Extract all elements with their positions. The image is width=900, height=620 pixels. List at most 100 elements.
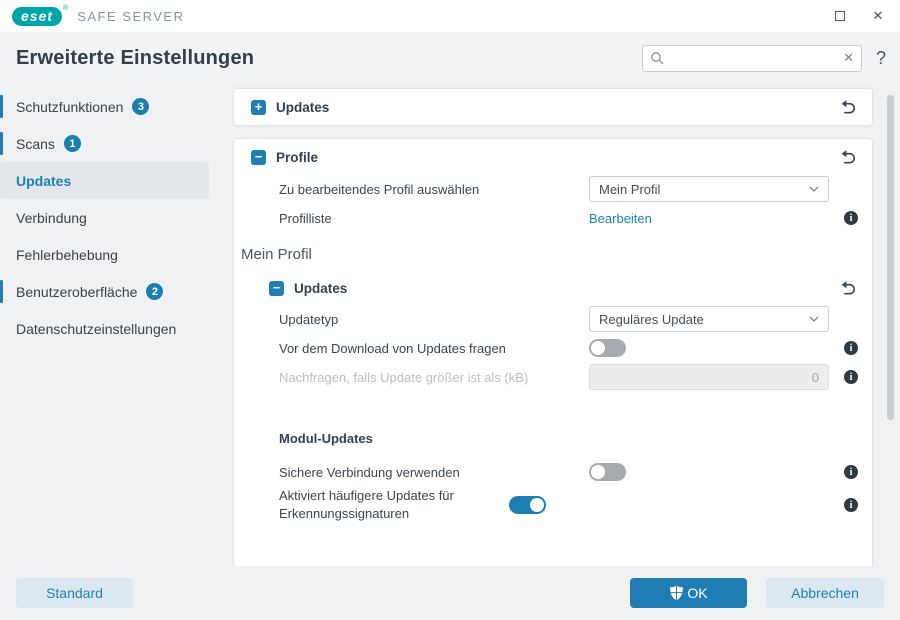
footer: Standard OK Abbrechen bbox=[0, 566, 900, 620]
eset-logo-icon: eset bbox=[12, 7, 62, 26]
search-input[interactable] bbox=[669, 51, 838, 66]
titlebar: eset ® SAFE SERVER ✕ bbox=[0, 0, 900, 32]
ask-before-download-toggle[interactable] bbox=[589, 339, 626, 357]
revert-icon bbox=[840, 280, 857, 297]
ok-button[interactable]: OK bbox=[630, 578, 747, 608]
section-title: Updates bbox=[294, 281, 347, 296]
updates-section-collapsed: + Updates bbox=[233, 88, 873, 126]
info-icon[interactable]: i bbox=[844, 211, 858, 225]
module-updates-heading: Modul-Updates bbox=[234, 431, 872, 446]
sidebar-item-fehlerbehebung[interactable]: Fehlerbehebung bbox=[0, 236, 209, 273]
admin-shield-icon bbox=[669, 585, 684, 601]
header: Erweiterte Einstellungen ✕ ? bbox=[0, 32, 900, 84]
eset-logo: eset ® SAFE SERVER bbox=[12, 7, 185, 26]
chevron-down-icon bbox=[809, 186, 819, 192]
sidebar-item-verbindung[interactable]: Verbindung bbox=[0, 199, 209, 236]
sidebar-item-scans[interactable]: Scans 1 bbox=[0, 125, 209, 162]
status-badge: 1 bbox=[64, 135, 81, 152]
status-badge: 2 bbox=[146, 283, 163, 300]
row-label: Nachfragen, falls Update größer ist als … bbox=[279, 370, 589, 385]
info-icon[interactable]: i bbox=[844, 370, 858, 384]
collapse-icon[interactable]: − bbox=[251, 150, 266, 165]
maximize-button[interactable] bbox=[828, 5, 852, 27]
sidebar-item-label: Schutzfunktionen bbox=[16, 99, 123, 115]
sidebar-item-label: Benutzeroberfläche bbox=[16, 284, 137, 300]
row-label: Vor dem Download von Updates fragen bbox=[279, 341, 589, 356]
updates-section-header[interactable]: + Updates bbox=[234, 89, 872, 125]
profile-name-heading: Mein Profil bbox=[234, 233, 872, 271]
ask-if-larger-row: Nachfragen, falls Update größer ist als … bbox=[234, 363, 872, 391]
sidebar-item-datenschutzeinstellungen[interactable]: Datenschutzeinstellungen bbox=[0, 310, 209, 347]
maximize-icon bbox=[835, 11, 845, 21]
sidebar-item-updates[interactable]: Updates bbox=[0, 162, 209, 199]
expand-icon[interactable]: + bbox=[251, 100, 266, 115]
app-window: eset ® SAFE SERVER ✕ Erweiterte Einstell… bbox=[0, 0, 900, 620]
content-area: Schutzfunktionen 3 Scans 1 Updates Verbi… bbox=[0, 84, 900, 566]
search-icon bbox=[650, 51, 664, 65]
sidebar: Schutzfunktionen 3 Scans 1 Updates Verbi… bbox=[0, 84, 225, 566]
sidebar-item-schutzfunktionen[interactable]: Schutzfunktionen 3 bbox=[0, 88, 209, 125]
profile-section: − Profile Zu bearbeitendes Profil auswäh… bbox=[233, 138, 873, 583]
profile-select-row: Zu bearbeitendes Profil auswählen Mein P… bbox=[234, 175, 872, 203]
cancel-button[interactable]: Abbrechen bbox=[766, 578, 884, 608]
update-type-dropdown[interactable]: Reguläres Update bbox=[589, 306, 829, 332]
toggle-knob bbox=[591, 341, 605, 355]
selected-value: Reguläres Update bbox=[599, 312, 704, 327]
revert-to-default-button[interactable] bbox=[840, 280, 857, 297]
info-icon[interactable]: i bbox=[844, 341, 858, 355]
edit-link[interactable]: Bearbeiten bbox=[589, 211, 652, 226]
standard-button[interactable]: Standard bbox=[16, 578, 133, 608]
sidebar-item-label: Fehlerbehebung bbox=[16, 247, 118, 263]
secure-connection-row: Sichere Verbindung verwenden i bbox=[234, 458, 872, 486]
registered-mark: ® bbox=[63, 5, 68, 12]
section-title: Updates bbox=[276, 100, 329, 115]
row-label: Updatetyp bbox=[279, 312, 589, 327]
sidebar-item-label: Scans bbox=[16, 136, 55, 152]
sidebar-item-label: Datenschutzeinstellungen bbox=[16, 321, 176, 337]
row-label: Aktiviert häufigere Updates für Erkennun… bbox=[279, 487, 509, 522]
revert-icon bbox=[840, 99, 857, 116]
section-title: Profile bbox=[276, 150, 318, 165]
profile-select-dropdown[interactable]: Mein Profil bbox=[589, 176, 829, 202]
toggle-knob bbox=[591, 465, 605, 479]
modified-accent-bar bbox=[0, 280, 3, 303]
profile-list-row: Profilliste Bearbeiten i bbox=[234, 204, 872, 232]
chevron-down-icon bbox=[809, 316, 819, 322]
row-label: Sichere Verbindung verwenden bbox=[279, 465, 589, 480]
status-badge: 3 bbox=[132, 98, 149, 115]
sidebar-item-label: Verbindung bbox=[16, 210, 87, 226]
settings-panel: + Updates − Profile bbox=[225, 84, 900, 566]
update-type-row: Updatetyp Reguläres Update bbox=[234, 305, 872, 333]
ok-button-label: OK bbox=[687, 585, 707, 601]
window-controls: ✕ bbox=[828, 5, 890, 27]
product-name: SAFE SERVER bbox=[77, 9, 184, 24]
sidebar-item-benutzeroberflaeche[interactable]: Benutzeroberfläche 2 bbox=[0, 273, 209, 310]
info-icon[interactable]: i bbox=[844, 465, 858, 479]
scrollbar-thumb[interactable] bbox=[887, 95, 894, 420]
scrollbar-track[interactable] bbox=[887, 94, 895, 556]
profile-updates-subsection-header[interactable]: − Updates bbox=[234, 271, 872, 305]
revert-icon bbox=[840, 149, 857, 166]
help-icon[interactable]: ? bbox=[876, 48, 886, 69]
frequent-updates-row: Aktiviert häufigere Updates für Erkennun… bbox=[234, 487, 872, 523]
page-title: Erweiterte Einstellungen bbox=[16, 47, 254, 70]
secure-connection-toggle[interactable] bbox=[589, 463, 626, 481]
close-button[interactable]: ✕ bbox=[866, 5, 890, 27]
frequent-updates-toggle[interactable] bbox=[509, 496, 546, 514]
info-icon[interactable]: i bbox=[844, 498, 858, 512]
toggle-knob bbox=[530, 498, 544, 512]
search-box[interactable]: ✕ bbox=[642, 45, 862, 72]
size-threshold-input[interactable] bbox=[589, 364, 829, 390]
clear-search-icon[interactable]: ✕ bbox=[843, 50, 854, 66]
modified-accent-bar bbox=[0, 132, 3, 155]
ask-before-download-row: Vor dem Download von Updates fragen i bbox=[234, 334, 872, 362]
row-label: Zu bearbeitendes Profil auswählen bbox=[279, 182, 589, 197]
collapse-icon[interactable]: − bbox=[269, 281, 284, 296]
profile-section-header[interactable]: − Profile bbox=[234, 139, 872, 175]
sidebar-item-label: Updates bbox=[16, 173, 71, 189]
modified-accent-bar bbox=[0, 95, 3, 118]
revert-to-default-button[interactable] bbox=[840, 99, 857, 116]
row-label: Profilliste bbox=[279, 211, 589, 226]
selected-value: Mein Profil bbox=[599, 182, 660, 197]
revert-to-default-button[interactable] bbox=[840, 149, 857, 166]
